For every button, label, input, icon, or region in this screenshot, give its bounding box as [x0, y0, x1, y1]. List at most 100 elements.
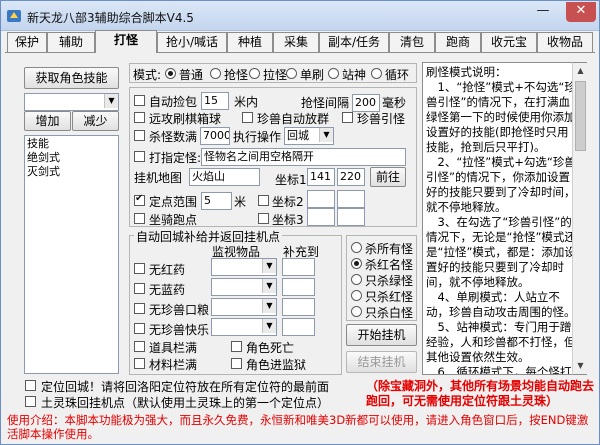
material-full-checkbox[interactable] — [134, 358, 145, 369]
pet-release-checkbox[interactable] — [242, 112, 253, 123]
pet-lure-checkbox[interactable] — [342, 112, 353, 123]
auto-pickup-input[interactable]: 15 — [201, 92, 229, 110]
mode-radio-pull[interactable] — [249, 68, 260, 79]
kill-radio-green[interactable] — [351, 274, 362, 285]
earth-point-label: 土灵珠回挂机点（默认使用土灵珠上的第一个定位点） — [41, 396, 330, 410]
help-textbox[interactable]: 刷怪模式说明： 1、“抢怪”模式+不勾选“珍兽引怪”的情况下，在打满血绿怪第一下… — [422, 62, 586, 375]
tab-collect-items[interactable]: 收物品 — [537, 32, 593, 52]
bag-full-checkbox[interactable] — [134, 341, 145, 352]
restock-blue-checkbox[interactable] — [134, 283, 145, 294]
char-dead-label: 角色死亡 — [246, 341, 295, 355]
skill-list[interactable]: 技能 绝剑式 灭剑式 — [24, 135, 119, 374]
tab-plant[interactable]: 种植 — [227, 32, 273, 52]
mode-option-solo[interactable]: 单刷 — [300, 66, 324, 83]
mode-option-pull[interactable]: 拉怪 — [263, 66, 287, 83]
auto-pickup-checkbox[interactable] — [134, 95, 145, 106]
mode-option-normal[interactable]: 普通 — [179, 66, 203, 83]
restock-red-checkbox[interactable] — [134, 263, 145, 274]
help-scrollbar[interactable]: ▲ ▼ — [572, 62, 587, 375]
kill-radio-red-name[interactable] — [351, 258, 362, 269]
remote-box-checkbox[interactable] — [134, 112, 145, 123]
tab-clean-bag[interactable]: 清包 — [389, 32, 435, 52]
target-checkbox[interactable] — [134, 151, 145, 162]
restock-happy-checkbox[interactable] — [134, 323, 145, 334]
list-item[interactable]: 技能 — [27, 137, 116, 151]
mode-option-loop[interactable]: 循环 — [385, 66, 409, 83]
red-note: （除宝藏洞外，其他所有场景均能自动跑去跑回，可无需使用定位符跟土灵珠） — [366, 379, 595, 408]
remote-box-label: 远攻刷棋箱球 — [149, 112, 222, 126]
coord1-y-input[interactable]: 220 — [337, 168, 365, 186]
coord1-x-input[interactable]: 141 — [307, 168, 335, 186]
chevron-down-icon[interactable]: ▼ — [319, 128, 333, 142]
stop-button[interactable]: 结束挂机 — [346, 351, 417, 373]
tab-assist[interactable]: 辅助 — [47, 32, 95, 52]
mount-checkbox[interactable] — [134, 213, 145, 224]
tab-trade[interactable]: 跑商 — [435, 32, 481, 52]
tab-shout[interactable]: 抢小/喊话 — [157, 32, 227, 52]
scroll-up-icon[interactable]: ▲ — [574, 64, 587, 78]
chevron-down-icon[interactable]: ▼ — [104, 94, 118, 108]
fixed-range-checkbox[interactable] — [134, 193, 145, 206]
chevron-down-icon[interactable]: ▼ — [262, 259, 276, 273]
goto-button[interactable]: 前往 — [370, 167, 406, 187]
mode-radio-stand[interactable] — [328, 68, 339, 79]
start-button[interactable]: 开始挂机 — [346, 324, 417, 346]
kill-option-all[interactable]: 杀所有怪 — [365, 240, 413, 257]
coord2-y-input[interactable] — [337, 190, 365, 208]
mode-option-grab[interactable]: 抢怪 — [224, 66, 248, 83]
restock-food-checkbox[interactable] — [134, 303, 145, 314]
restock-food-qty[interactable] — [282, 298, 315, 316]
minimize-button[interactable]: — — [530, 2, 556, 22]
chevron-down-icon[interactable]: ▼ — [262, 319, 276, 333]
mode-radio-grab[interactable] — [210, 68, 221, 79]
kill-option-red[interactable]: 只杀红怪 — [365, 288, 413, 305]
restock-blue-qty[interactable] — [282, 278, 315, 296]
kill-count-input[interactable]: 7000 — [200, 127, 230, 145]
mode-radio-loop[interactable] — [371, 68, 382, 79]
remove-skill-button[interactable]: 减少 — [72, 111, 119, 131]
get-skill-button[interactable]: 获取角色技能 — [24, 67, 119, 89]
tab-collect-gold[interactable]: 收元宝 — [481, 32, 537, 52]
tab-protect[interactable]: 保护 — [7, 32, 47, 52]
char-dead-checkbox[interactable] — [231, 341, 242, 352]
kill-count-checkbox[interactable] — [134, 130, 145, 141]
tab-gather[interactable]: 采集 — [273, 32, 319, 52]
fixed-range-input[interactable]: 5 — [201, 192, 232, 210]
tab-fight[interactable]: 打怪 — [95, 30, 157, 53]
char-jail-checkbox[interactable] — [231, 358, 242, 369]
mode-radio-solo[interactable] — [286, 68, 297, 79]
kill-radio-red[interactable] — [351, 290, 362, 301]
chevron-down-icon[interactable]: ▼ — [262, 279, 276, 293]
scroll-thumb[interactable] — [575, 81, 586, 151]
add-skill-button[interactable]: 增加 — [24, 111, 71, 131]
kill-radio-all[interactable] — [351, 242, 362, 253]
char-jail-label: 角色进监狱 — [246, 358, 307, 372]
map-input[interactable]: 火焰山 — [189, 168, 260, 186]
coord3-x-input[interactable] — [307, 208, 335, 226]
target-input[interactable]: 怪物名之间用空格隔开 — [201, 148, 406, 166]
fixed-return-checkbox[interactable] — [25, 380, 36, 391]
restock-row-label: 无珍兽口粮 — [149, 303, 210, 317]
list-item[interactable]: 灭剑式 — [27, 165, 116, 179]
list-item[interactable]: 绝剑式 — [27, 151, 116, 165]
restock-happy-qty[interactable] — [282, 318, 315, 336]
coord2-checkbox[interactable] — [258, 195, 269, 206]
mode-option-stand[interactable]: 站神 — [342, 66, 366, 83]
usage-note: 使用介绍：本脚本功能极为强大，而且永久免费，永恒新和唯美3D新都可以使用，请进入… — [7, 413, 589, 441]
chevron-down-icon[interactable]: ▼ — [262, 299, 276, 313]
coord2-x-input[interactable] — [307, 190, 335, 208]
kill-radio-white[interactable] — [351, 306, 362, 317]
kill-option-red-name[interactable]: 杀红名怪 — [365, 256, 413, 273]
kill-option-green[interactable]: 只杀绿怪 — [365, 272, 413, 289]
close-button[interactable]: ✕ — [566, 2, 596, 22]
coord3-y-input[interactable] — [337, 208, 365, 226]
coord1-label: 坐标1 — [275, 173, 307, 187]
scroll-down-icon[interactable]: ▼ — [574, 359, 587, 373]
kill-option-white[interactable]: 只杀白怪 — [365, 304, 413, 321]
earth-point-checkbox[interactable] — [25, 396, 36, 407]
mode-label: 模式: — [133, 68, 162, 82]
tab-dungeon[interactable]: 副本/任务 — [319, 32, 389, 52]
mode-radio-normal[interactable] — [165, 68, 176, 79]
restock-red-qty[interactable] — [282, 258, 315, 276]
coord3-checkbox[interactable] — [258, 213, 269, 224]
